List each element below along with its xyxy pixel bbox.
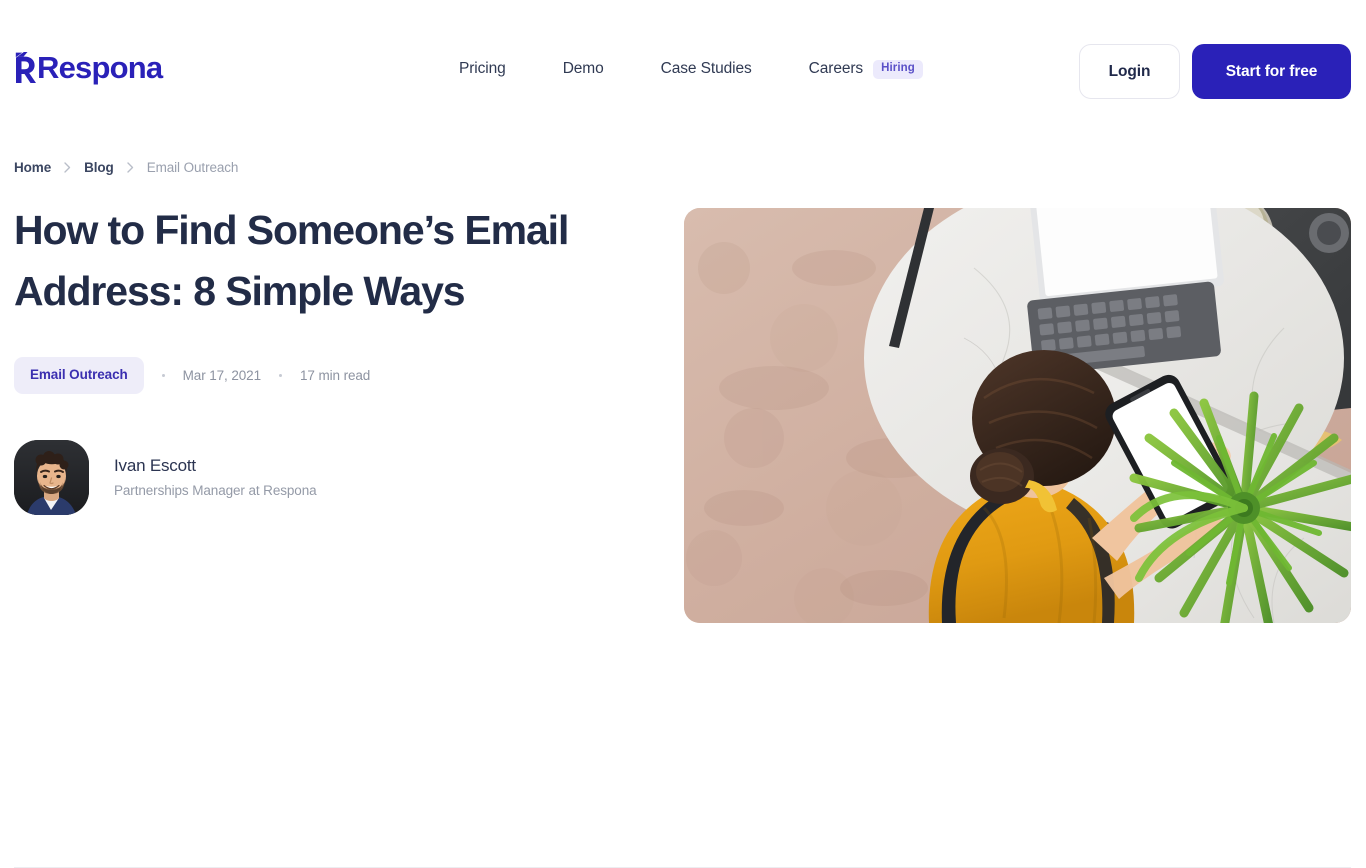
site-header: Respona Pricing Demo Case Studies Career… — [0, 0, 1366, 143]
logo-wordmark: Respona — [37, 50, 163, 85]
publish-date: Mar 17, 2021 — [182, 367, 261, 383]
hero-image — [684, 208, 1351, 623]
nav-item-careers[interactable]: Careers Hiring — [809, 60, 923, 79]
main-navigation: Pricing Demo Case Studies Careers Hiring — [459, 60, 923, 79]
author-title: Partnerships Manager at Respona — [114, 482, 317, 498]
header-actions: Login Start for free — [1079, 44, 1351, 99]
hero-text-column: How to Find Someone’s Email Address: 8 S… — [14, 200, 614, 515]
nav-item-case-studies[interactable]: Case Studies — [661, 60, 752, 78]
nav-label: Pricing — [459, 60, 506, 78]
nav-label: Demo — [562, 60, 604, 78]
nav-label: Careers — [808, 60, 864, 78]
respona-r-logo-icon — [14, 52, 36, 83]
separator-dot-icon — [161, 373, 165, 377]
separator-dot-icon — [279, 373, 282, 377]
read-time: 17 min read — [300, 367, 371, 383]
nav-item-pricing[interactable]: Pricing — [459, 60, 506, 78]
post-meta-row: Email Outreach Mar 17, 2021 17 min read — [14, 357, 614, 394]
page-title: How to Find Someone’s Email Address: 8 S… — [14, 207, 569, 314]
avatar — [14, 439, 89, 515]
nav-label: Case Studies — [660, 60, 752, 78]
author-name: Ivan Escott — [114, 456, 196, 476]
category-tag[interactable]: Email Outreach — [14, 357, 144, 394]
nav-item-demo[interactable]: Demo — [563, 60, 604, 78]
article-hero: How to Find Someone’s Email Address: 8 S… — [0, 143, 1366, 868]
login-button[interactable]: Login — [1079, 44, 1180, 99]
author-info: Ivan Escott Partnerships Manager at Resp… — [114, 456, 317, 497]
start-for-free-button[interactable]: Start for free — [1192, 44, 1351, 99]
author-block: Ivan Escott Partnerships Manager at Resp… — [14, 439, 614, 515]
respona-logo[interactable]: Respona — [14, 50, 163, 85]
hiring-badge: Hiring — [873, 60, 923, 79]
